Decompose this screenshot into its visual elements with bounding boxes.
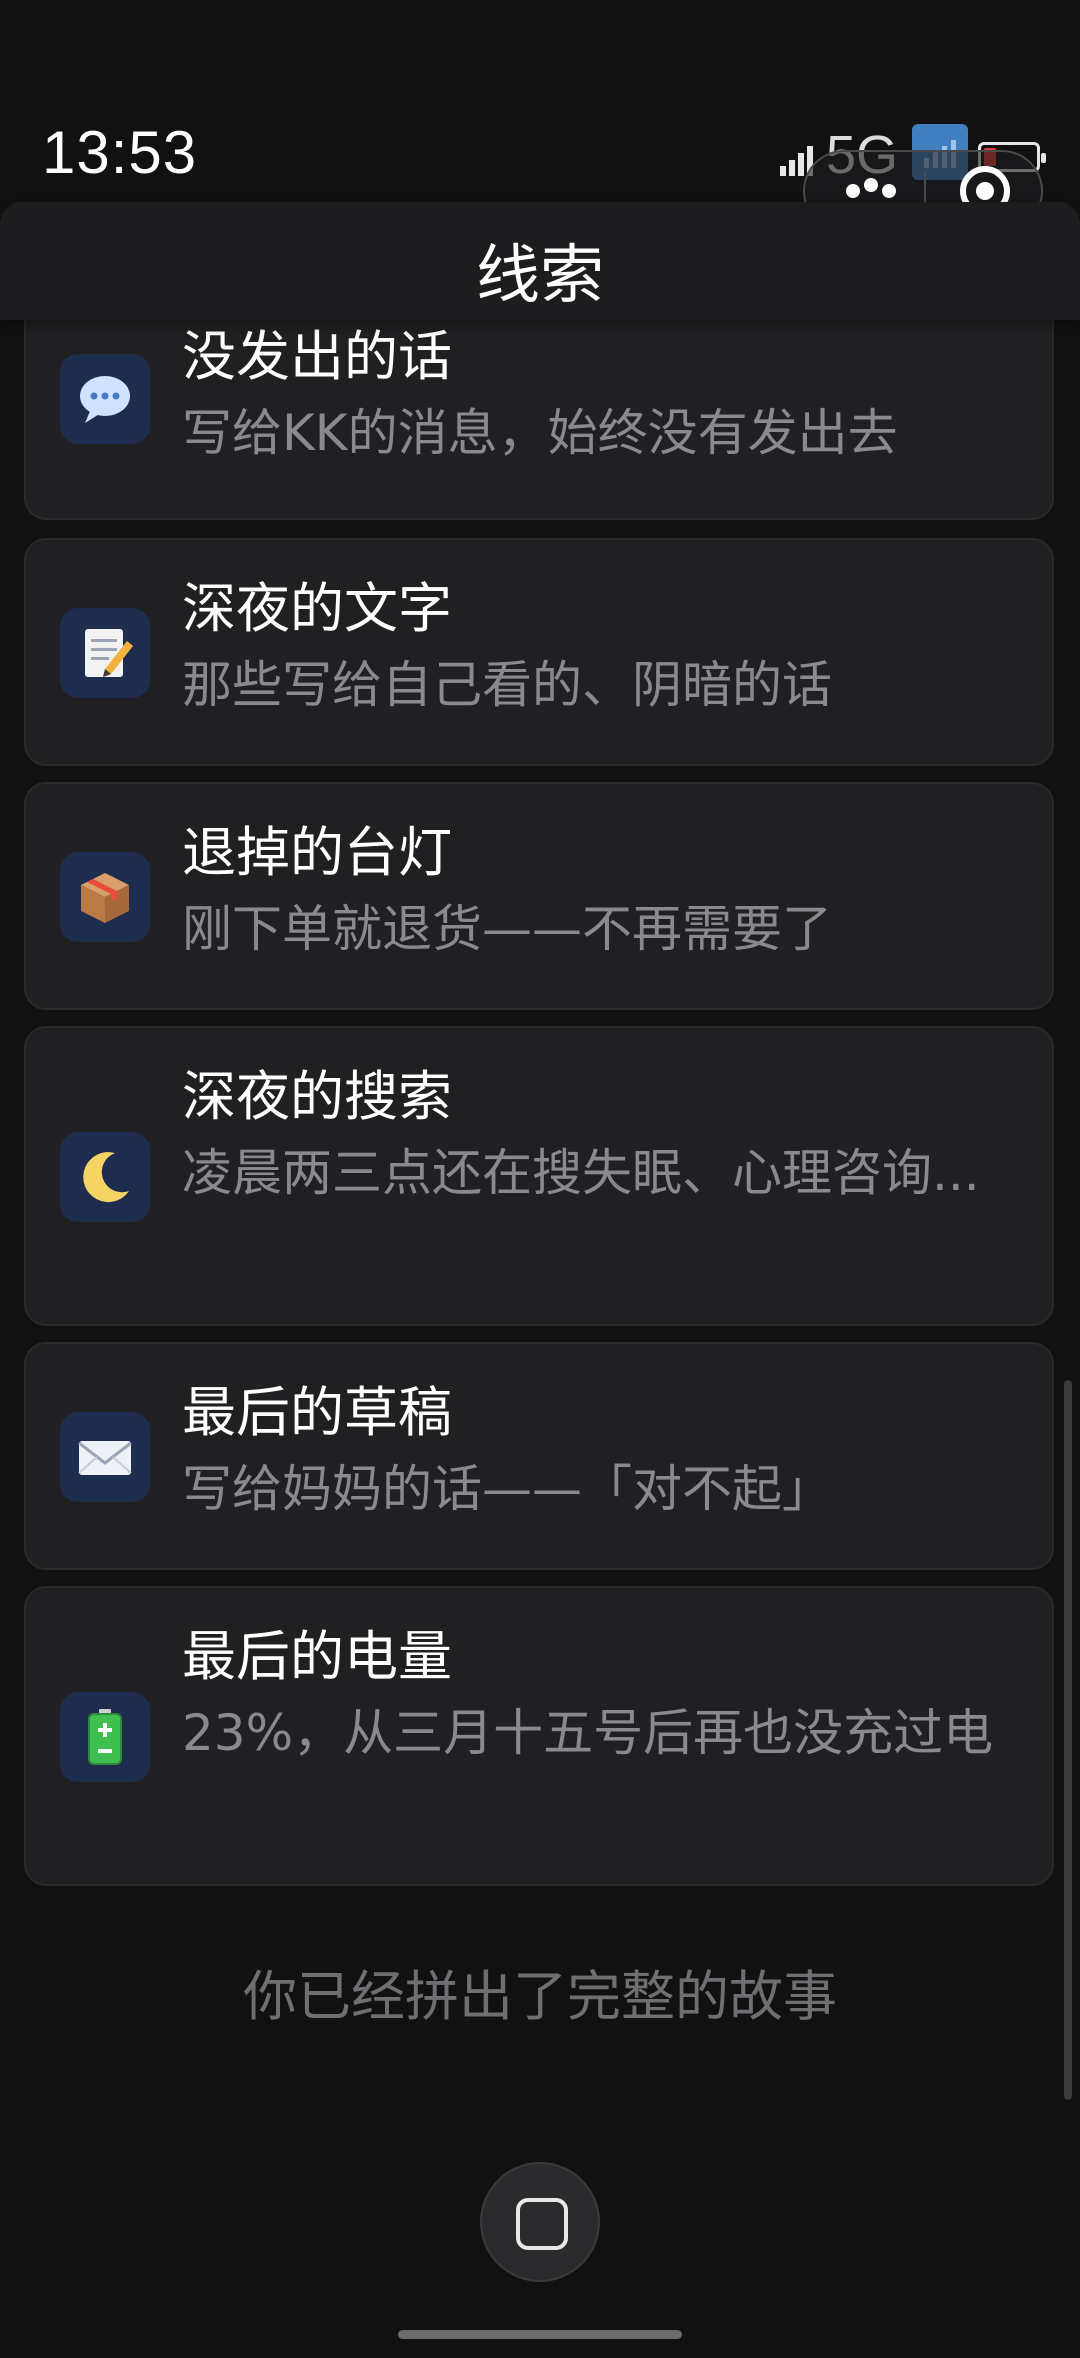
clue-icon-tile: [60, 354, 150, 444]
battery-cap: [1041, 153, 1046, 163]
clue-description: 那些写给自己看的、阴暗的话: [182, 656, 832, 714]
clue-description: 23%，从三月十五号后再也没充过电: [182, 1704, 994, 1762]
clue-description: 写给妈妈的话——「对不起」: [182, 1460, 832, 1518]
clue-icon-tile: [60, 852, 150, 942]
clue-title: 退掉的台灯: [182, 821, 452, 884]
clue-card-returned-lamp[interactable]: 退掉的台灯 刚下单就退货——不再需要了: [24, 782, 1054, 1010]
clue-card-last-battery[interactable]: 最后的电量 23%，从三月十五号后再也没充过电: [24, 1586, 1054, 1886]
square-icon: [516, 2198, 568, 2250]
story-complete-note: 你已经拼出了完整的故事: [243, 1965, 837, 2028]
clue-description: 凌晨两三点还在搜失眠、心理咨询...: [182, 1144, 980, 1202]
package-icon: [81, 873, 129, 923]
scrollbar[interactable]: [1064, 1380, 1072, 2100]
floating-action-button[interactable]: [480, 2162, 600, 2282]
envelope-icon: [78, 1441, 132, 1475]
clue-title: 最后的电量: [182, 1625, 452, 1688]
memo-icon: [85, 629, 133, 677]
battery-icon: [88, 1709, 122, 1765]
clue-title: 深夜的文字: [182, 577, 452, 640]
clue-icon-tile: [60, 608, 150, 698]
clue-title: 深夜的搜索: [182, 1065, 452, 1128]
clue-description: 写给KK的消息，始终没有发出去: [182, 404, 898, 462]
speech-bubble-icon: [80, 376, 130, 423]
clue-card-last-draft[interactable]: 最后的草稿 写给妈妈的话——「对不起」: [24, 1342, 1054, 1570]
clue-card-late-night-search[interactable]: 深夜的搜索 凌晨两三点还在搜失眠、心理咨询...: [24, 1026, 1054, 1326]
clue-description: 刚下单就退货——不再需要了: [182, 900, 832, 958]
clue-title: 没发出的话: [182, 325, 452, 388]
page-title: 线索: [476, 239, 604, 313]
clue-icon-tile: [60, 1692, 150, 1782]
clue-title: 最后的草稿: [182, 1381, 452, 1444]
home-indicator[interactable]: [398, 2330, 682, 2339]
status-time: 13:53: [42, 119, 198, 186]
crescent-moon-icon: [83, 1152, 129, 1203]
page-header: 线索: [0, 202, 1080, 320]
clue-icon-tile: [60, 1132, 150, 1222]
clue-icon-tile: [60, 1412, 150, 1502]
clue-card-late-night-writing[interactable]: 深夜的文字 那些写给自己看的、阴暗的话: [24, 538, 1054, 766]
